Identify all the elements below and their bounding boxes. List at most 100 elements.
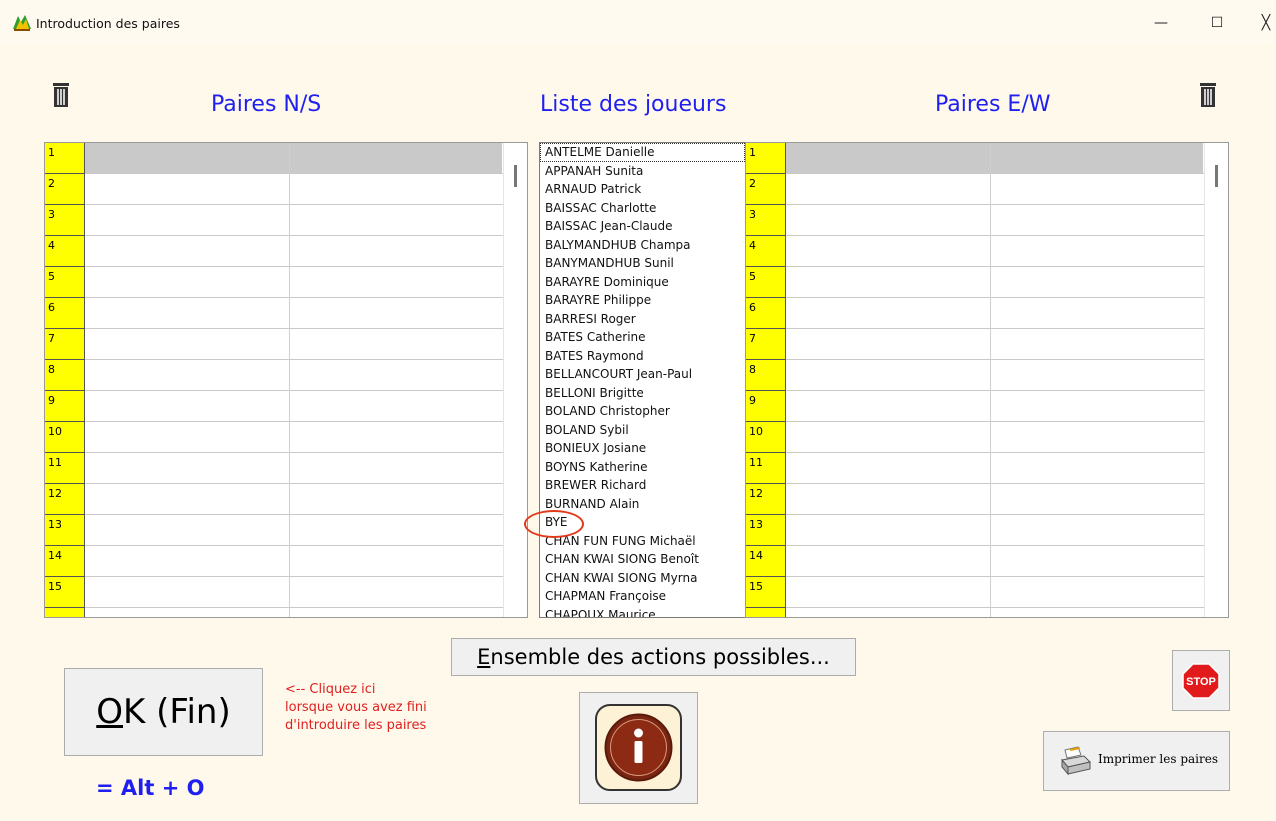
player-2-cell[interactable] bbox=[991, 515, 1203, 546]
pair-row[interactable]: 8 bbox=[746, 360, 1204, 391]
player-2-cell[interactable] bbox=[290, 484, 502, 515]
player-list-item[interactable]: ANTELME Danielle bbox=[540, 143, 745, 162]
player-2-cell[interactable] bbox=[290, 577, 502, 608]
player-2-cell[interactable] bbox=[290, 608, 502, 617]
player-list-item[interactable]: BANYMANDHUB Sunil bbox=[540, 254, 745, 273]
player-2-cell[interactable] bbox=[991, 236, 1203, 267]
player-2-cell[interactable] bbox=[290, 546, 502, 577]
player-2-cell[interactable] bbox=[290, 298, 502, 329]
player-list-item[interactable]: BONIEUX Josiane bbox=[540, 439, 745, 458]
player-list-item[interactable]: CHAPOUX Maurice bbox=[540, 606, 745, 618]
player-list-item[interactable]: BREWER Richard bbox=[540, 476, 745, 495]
player-2-cell[interactable] bbox=[991, 608, 1203, 617]
minimize-button[interactable]: — bbox=[1141, 10, 1181, 36]
player-1-cell[interactable] bbox=[85, 360, 290, 391]
player-list-item[interactable]: BALYMANDHUB Champa bbox=[540, 236, 745, 255]
pair-row[interactable]: 11 bbox=[746, 453, 1204, 484]
pair-row[interactable]: 12 bbox=[45, 484, 503, 515]
pair-row[interactable]: 7 bbox=[45, 329, 503, 360]
pair-row[interactable]: 12 bbox=[746, 484, 1204, 515]
player-1-cell[interactable] bbox=[786, 267, 991, 298]
player-2-cell[interactable] bbox=[290, 267, 502, 298]
player-1-cell[interactable] bbox=[85, 422, 290, 453]
player-1-cell[interactable] bbox=[786, 577, 991, 608]
player-list-item[interactable]: APPANAH Sunita bbox=[540, 162, 745, 181]
player-list-item[interactable]: BARAYRE Philippe bbox=[540, 291, 745, 310]
player-1-cell[interactable] bbox=[786, 391, 991, 422]
player-1-cell[interactable] bbox=[786, 298, 991, 329]
player-list-item[interactable]: ARNAUD Patrick bbox=[540, 180, 745, 199]
player-2-cell[interactable] bbox=[991, 298, 1203, 329]
player-2-cell[interactable] bbox=[991, 391, 1203, 422]
stop-button[interactable]: STOP bbox=[1172, 650, 1230, 711]
pair-row[interactable]: 7 bbox=[746, 329, 1204, 360]
pairs-ns-grid[interactable]: 1 2 3 4 5 6 7 8 9 10 11 12 13 14 15 bbox=[44, 142, 528, 618]
pair-row[interactable]: 4 bbox=[45, 236, 503, 267]
player-1-cell[interactable] bbox=[85, 577, 290, 608]
player-2-cell[interactable] bbox=[991, 422, 1203, 453]
pair-row[interactable]: 15 bbox=[746, 577, 1204, 608]
player-2-cell[interactable] bbox=[991, 360, 1203, 391]
player-list-item[interactable]: BATES Catherine bbox=[540, 328, 745, 347]
player-2-cell[interactable] bbox=[991, 484, 1203, 515]
player-list-item[interactable]: BATES Raymond bbox=[540, 347, 745, 366]
trash-ew-icon[interactable] bbox=[1199, 82, 1217, 108]
player-1-cell[interactable] bbox=[786, 143, 991, 174]
pair-row[interactable]: 9 bbox=[746, 391, 1204, 422]
players-listbox[interactable]: ANTELME Danielle APPANAH Sunita ARNAUD Pat… bbox=[539, 142, 746, 618]
player-1-cell[interactable] bbox=[85, 174, 290, 205]
player-1-cell[interactable] bbox=[786, 205, 991, 236]
player-list-item[interactable]: BOYNS Katherine bbox=[540, 458, 745, 477]
trash-ns-icon[interactable] bbox=[52, 82, 70, 108]
player-2-cell[interactable] bbox=[991, 329, 1203, 360]
player-1-cell[interactable] bbox=[85, 298, 290, 329]
player-1-cell[interactable] bbox=[786, 484, 991, 515]
pair-row[interactable]: 6 bbox=[746, 298, 1204, 329]
pair-row[interactable]: 15 bbox=[45, 577, 503, 608]
pair-row[interactable]: 1 bbox=[746, 143, 1204, 174]
player-list-item[interactable]: BURNAND Alain bbox=[540, 495, 745, 514]
pair-row[interactable]: 6 bbox=[45, 298, 503, 329]
player-list-item[interactable]: CHAPMAN Françoise bbox=[540, 587, 745, 606]
maximize-button[interactable]: ☐ bbox=[1197, 10, 1237, 36]
player-2-cell[interactable] bbox=[991, 453, 1203, 484]
player-2-cell[interactable] bbox=[991, 577, 1203, 608]
player-list-item[interactable]: CHAN KWAI SIONG Benoît bbox=[540, 550, 745, 569]
player-1-cell[interactable] bbox=[786, 174, 991, 205]
player-2-cell[interactable] bbox=[290, 174, 502, 205]
player-1-cell[interactable] bbox=[786, 360, 991, 391]
scrollbar-thumb[interactable] bbox=[514, 165, 517, 187]
player-1-cell[interactable] bbox=[786, 422, 991, 453]
pair-row[interactable]: 3 bbox=[746, 205, 1204, 236]
pair-row[interactable] bbox=[746, 608, 1204, 617]
scrollbar-thumb[interactable] bbox=[1215, 165, 1218, 187]
player-1-cell[interactable] bbox=[786, 236, 991, 267]
pair-row[interactable]: 4 bbox=[746, 236, 1204, 267]
player-2-cell[interactable] bbox=[290, 515, 502, 546]
pair-row[interactable]: 1 bbox=[45, 143, 503, 174]
player-1-cell[interactable] bbox=[85, 608, 290, 617]
pair-row[interactable]: 13 bbox=[746, 515, 1204, 546]
pair-row[interactable]: 8 bbox=[45, 360, 503, 391]
player-1-cell[interactable] bbox=[786, 546, 991, 577]
pairs-ew-grid[interactable]: 1 2 3 4 5 6 7 8 9 10 11 12 13 14 15 bbox=[745, 142, 1229, 618]
pair-row[interactable]: 13 bbox=[45, 515, 503, 546]
player-1-cell[interactable] bbox=[786, 453, 991, 484]
player-2-cell[interactable] bbox=[290, 236, 502, 267]
pairs-ew-scrollbar[interactable] bbox=[1204, 143, 1228, 617]
player-2-cell[interactable] bbox=[290, 360, 502, 391]
pair-row[interactable]: 3 bbox=[45, 205, 503, 236]
pair-row[interactable]: 10 bbox=[746, 422, 1204, 453]
player-2-cell[interactable] bbox=[290, 143, 502, 174]
player-list-item[interactable]: BOLAND Sybil bbox=[540, 421, 745, 440]
player-2-cell[interactable] bbox=[991, 267, 1203, 298]
player-1-cell[interactable] bbox=[85, 546, 290, 577]
player-list-item[interactable]: BELLONI Brigitte bbox=[540, 384, 745, 403]
player-2-cell[interactable] bbox=[991, 143, 1203, 174]
pair-row[interactable]: 14 bbox=[45, 546, 503, 577]
pair-row[interactable]: 11 bbox=[45, 453, 503, 484]
pair-row[interactable]: 2 bbox=[746, 174, 1204, 205]
player-2-cell[interactable] bbox=[290, 391, 502, 422]
player-2-cell[interactable] bbox=[290, 329, 502, 360]
player-1-cell[interactable] bbox=[85, 236, 290, 267]
